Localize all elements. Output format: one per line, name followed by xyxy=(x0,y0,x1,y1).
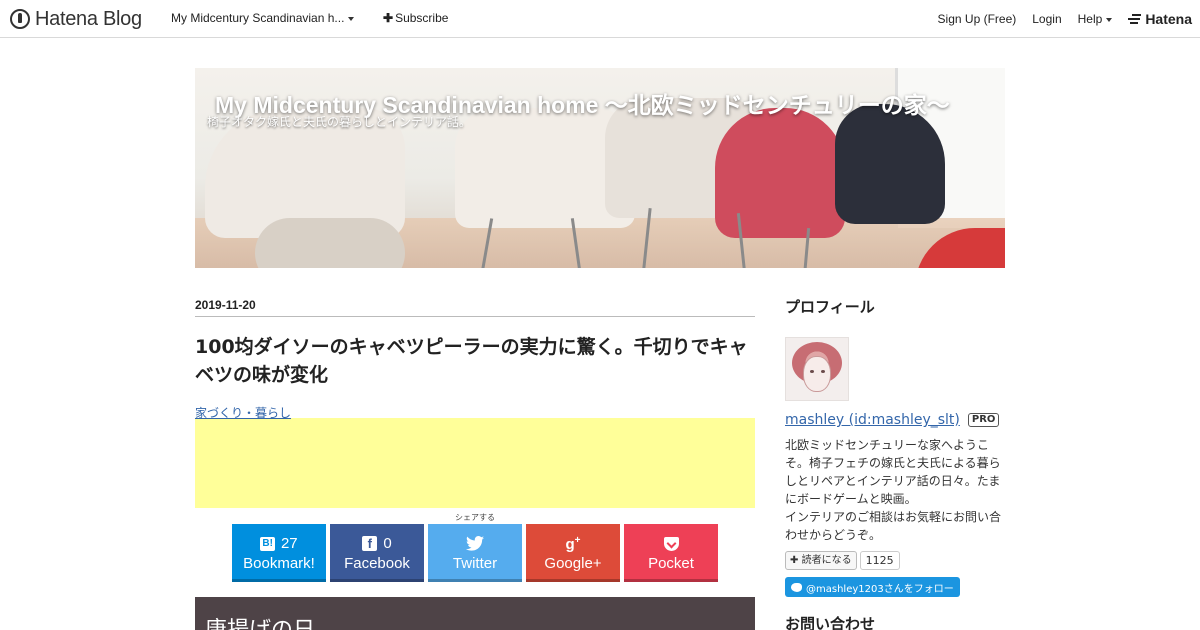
blog-switcher[interactable]: My Midcentury Scandinavian h... xyxy=(171,11,355,25)
brand-text: Hatena Blog xyxy=(35,7,142,30)
contact-heading: お問い合わせ xyxy=(785,615,876,630)
login-link[interactable]: Login xyxy=(1032,12,1061,26)
google-plus-icon: g+ xyxy=(565,534,581,553)
hatena-logo-text: Hatena xyxy=(1145,11,1192,27)
chevron-down-icon xyxy=(1106,17,1113,22)
facebook-share-button[interactable]: f0 Facebook xyxy=(330,524,424,582)
plus-icon: ✚ xyxy=(790,555,799,566)
blog-header[interactable]: My Midcentury Scandinavian home 〜北欧ミッドセン… xyxy=(195,68,1005,268)
pocket-share-button[interactable]: Pocket xyxy=(624,524,718,582)
avatar[interactable] xyxy=(785,337,849,401)
become-reader-button[interactable]: ✚ 読者になる xyxy=(785,551,857,570)
section-heading: 唐揚げの日 xyxy=(195,597,755,630)
main-content: 2019-11-20 100均ダイソーのキャベツピーラーの実力に驚く。千切りでキ… xyxy=(195,298,755,630)
blog-description: 椅子オタク嫁氏と夫氏の暮らしとインテリア話。 xyxy=(207,115,472,129)
twitter-follow-button[interactable]: @mashley1203さんをフォロー xyxy=(785,577,960,597)
profile-description-line: 北欧ミッドセンチュリーな家へようこそ。椅子フェチの嫁氏と夫氏による暮らしとリペア… xyxy=(785,438,1001,506)
become-reader-label: 読者になる xyxy=(801,555,852,566)
share-button-label: Bookmark! xyxy=(243,555,315,572)
hatena-blog-pen-icon xyxy=(10,9,30,29)
share-button-label: Google+ xyxy=(544,555,602,572)
share-label: シェアする xyxy=(455,513,495,522)
pocket-icon xyxy=(663,536,679,551)
profile-description: 北欧ミッドセンチュリーな家へようこそ。椅子フェチの嫁氏と夫氏による暮らしとリペア… xyxy=(785,436,1005,544)
subscribe-label: Subscribe xyxy=(395,11,449,25)
twitter-icon xyxy=(791,582,802,592)
subscribe-button[interactable]: ✚ Subscribe xyxy=(383,11,448,25)
help-menu[interactable]: Help xyxy=(1078,12,1113,26)
profile-heading: プロフィール xyxy=(785,298,875,316)
twitter-follow-label: @mashley1203さんをフォロー xyxy=(806,583,954,595)
facebook-icon: f xyxy=(362,536,378,551)
hatena-bookmark-share-button[interactable]: B! 27 Bookmark! xyxy=(232,524,326,582)
reader-row: ✚ 読者になる 1125 xyxy=(785,551,1005,570)
twitter-share-button[interactable]: Twitter xyxy=(428,524,522,582)
global-header: Hatena Blog My Midcentury Scandinavian h… xyxy=(0,0,1200,38)
pro-badge[interactable]: PRO xyxy=(967,413,1000,427)
help-label: Help xyxy=(1077,12,1103,26)
hatena-bookmark-icon: B! xyxy=(260,536,275,551)
header-nav: Sign Up (Free) Login Help Hatena xyxy=(922,11,1192,27)
ad-slot xyxy=(195,418,755,508)
twitter-icon xyxy=(466,536,484,551)
blog-switcher-label: My Midcentury Scandinavian h... xyxy=(171,11,345,25)
hatena-logo[interactable]: Hatena xyxy=(1128,11,1192,27)
entry-title[interactable]: 100均ダイソーのキャベツピーラーの実力に驚く。千切りでキャベツの味が変化 xyxy=(195,333,755,389)
hatena-blog-logo[interactable]: Hatena Blog xyxy=(10,7,142,31)
entry-date[interactable]: 2019-11-20 xyxy=(195,298,755,317)
share-button-label: Twitter xyxy=(452,555,498,572)
plus-icon: ✚ xyxy=(383,11,394,25)
profile-description-line: インテリアのご相談はお気軽にお問い合わせからどうぞ。 xyxy=(785,510,1002,542)
reader-count: 1125 xyxy=(859,551,900,570)
sidebar: プロフィール mashley (id:mashley_slt) PRO 北欧ミッ… xyxy=(785,296,1005,630)
profile-name-row: mashley (id:mashley_slt) PRO xyxy=(785,412,1005,428)
signup-link[interactable]: Sign Up (Free) xyxy=(938,12,1017,26)
share-button-label: Facebook xyxy=(344,555,410,572)
chevron-down-icon xyxy=(348,16,355,21)
google-plus-share-button[interactable]: g+ Google+ xyxy=(526,524,620,582)
facebook-count: 0 xyxy=(383,535,392,552)
share-buttons: B! 27 Bookmark! f0 Facebook Twitter g+ Go… xyxy=(195,524,755,582)
hatena-mark-icon xyxy=(1128,14,1142,24)
bookmark-count: 27 xyxy=(280,535,298,552)
share-button-label: Pocket xyxy=(648,555,694,572)
profile-user-link[interactable]: mashley (id:mashley_slt) xyxy=(785,412,960,428)
